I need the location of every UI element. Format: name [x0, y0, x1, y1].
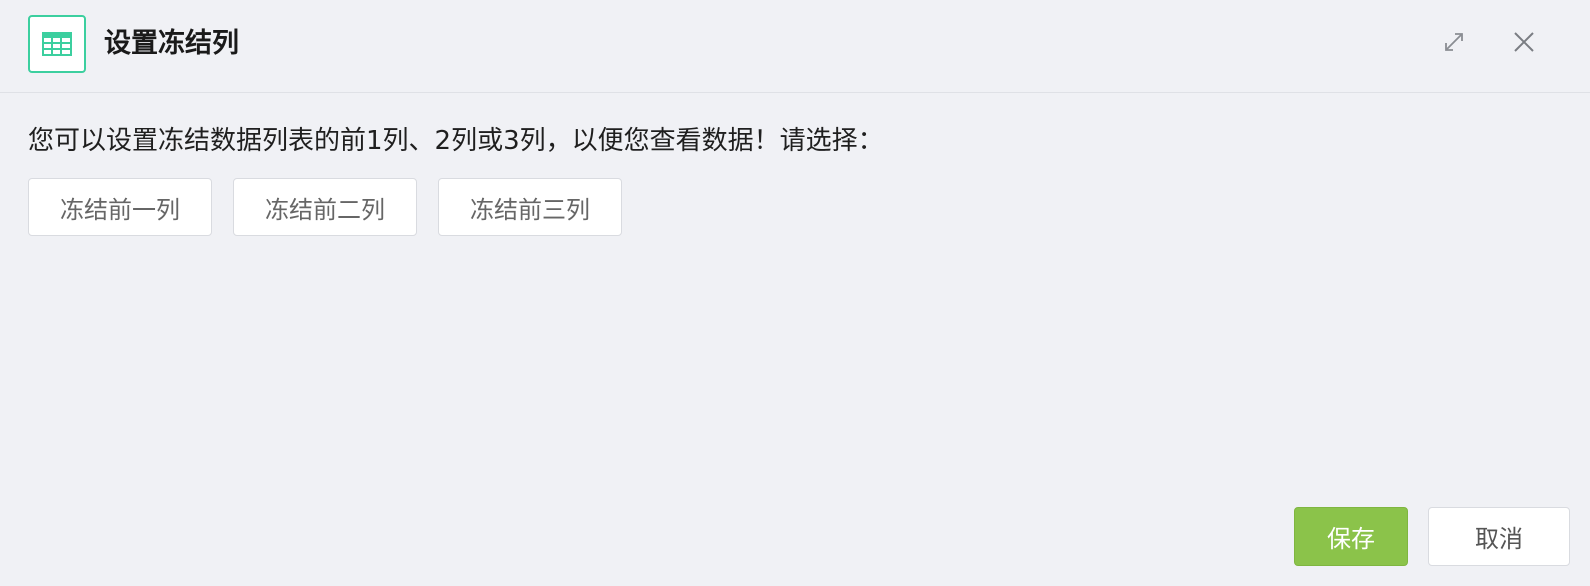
dialog-title: 设置冻结列 — [104, 28, 239, 59]
table-icon — [28, 15, 86, 73]
freeze-three-columns-button[interactable]: 冻结前三列 — [438, 178, 622, 236]
maximize-icon — [1442, 30, 1466, 58]
prompt-text: 您可以设置冻结数据列表的前1列、2列或3列，以便您查看数据！请选择： — [28, 126, 884, 156]
close-icon — [1512, 30, 1536, 58]
save-button[interactable]: 保存 — [1294, 507, 1408, 566]
maximize-button[interactable] — [1440, 30, 1468, 58]
cancel-button[interactable]: 取消 — [1428, 507, 1570, 566]
close-button[interactable] — [1510, 30, 1538, 58]
freeze-first-column-button[interactable]: 冻结前一列 — [28, 178, 212, 236]
freeze-two-columns-button[interactable]: 冻结前二列 — [233, 178, 417, 236]
dialog-header: 设置冻结列 — [0, 0, 1590, 93]
freeze-columns-dialog: 设置冻结列 您可以设置冻结数据列表的前1列、2列或3列，以便您查看数据！请选择：… — [0, 0, 1590, 586]
